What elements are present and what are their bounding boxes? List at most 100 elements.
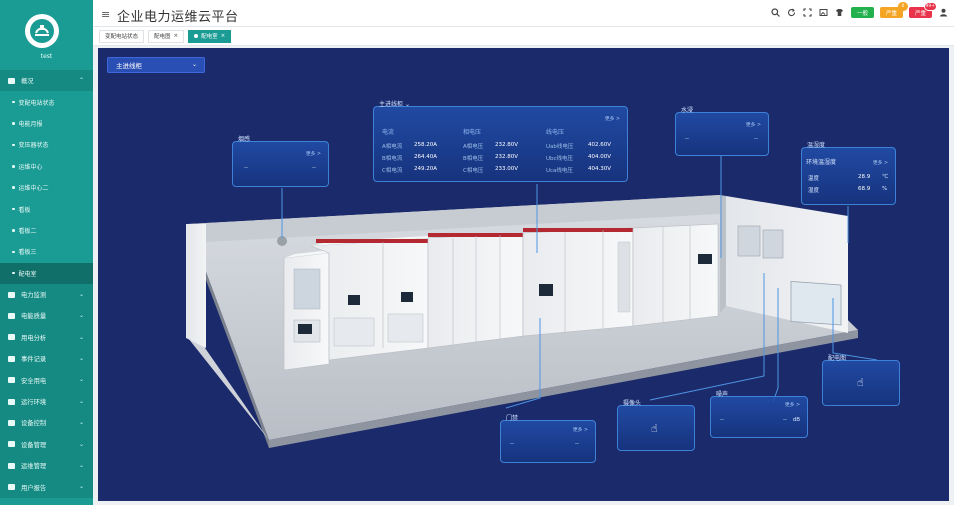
- main-metric-value: 232.80V: [495, 154, 519, 160]
- sidebar-item-label: 变压器状态: [18, 142, 49, 150]
- sidebar-item[interactable]: 电能月报: [0, 113, 93, 134]
- alarm-warning-pill[interactable]: 严重 0: [879, 2, 908, 18]
- menu-item-icon: [7, 312, 15, 319]
- menu-item-icon: [7, 77, 15, 84]
- sidebar-item-label: 用电分析: [21, 334, 47, 342]
- sidebar-item[interactable]: 安全用电 ⌄: [0, 369, 93, 391]
- tab-bar: 变配电站状态 配电图 × 配电室 ×: [93, 27, 954, 46]
- distribution-diagram-panel[interactable]: 配电图 ☝: [822, 355, 900, 406]
- main-metric-value: 258.20A: [414, 142, 438, 148]
- sidebar-item-label: 事件记录: [21, 356, 47, 364]
- alarm-warning-label: 严重: [885, 10, 897, 17]
- menu-item-icon: [7, 398, 15, 405]
- sidebar-item[interactable]: 看板三: [0, 241, 93, 262]
- sidebar-item[interactable]: 电力监测 ⌄: [0, 283, 93, 306]
- main-cabinet-panel[interactable]: 主进线柜 ⌄ 更多 > 电流 A相电流 258.20A B相电流 264.40A C相电流…: [373, 101, 628, 182]
- sidebar-item[interactable]: 看板: [0, 198, 93, 219]
- chevron-down-icon: ⌄: [78, 333, 84, 341]
- sidebar-item-label: 安全用电: [21, 377, 47, 385]
- main-metric-label: C相电压: [463, 168, 484, 174]
- temperature-unit: ℃: [882, 174, 889, 180]
- sidebar-item[interactable]: 用户报告 ⌄: [0, 476, 93, 498]
- main-metric-value: 232.80V: [495, 142, 519, 148]
- tab-distribution-diagram[interactable]: 配电图 ×: [148, 29, 185, 43]
- more-link[interactable]: 更多 >: [873, 159, 888, 166]
- camera-panel[interactable]: 摄像头 ☝: [617, 400, 695, 451]
- sidebar-item-label: 看板三: [18, 249, 37, 257]
- sidebar-item[interactable]: 运行环境 ⌄: [0, 390, 93, 413]
- chevron-down-icon: ⌄: [78, 462, 84, 470]
- sidebar-item[interactable]: 运维中心二: [0, 177, 93, 198]
- main-metric-value: 402.60V: [588, 142, 612, 148]
- chevron-down-icon: ⌄: [78, 419, 84, 427]
- sidebar-item[interactable]: 看板二: [0, 220, 93, 241]
- refresh-icon[interactable]: [787, 8, 797, 18]
- sidebar-item[interactable]: 运维中心: [0, 156, 93, 177]
- toolbar: 一般 严重 0 严重 99+: [771, 2, 948, 18]
- water-panel-title: 水浸: [681, 107, 694, 114]
- more-link[interactable]: 更多 >: [605, 115, 620, 122]
- sidebar: test 概况 ⌃ 变配电站状态 电能月报 变压器状态 运维中心 运维中心二 看板 看板二 看板三…: [0, 0, 93, 505]
- cabinet-selector[interactable]: 主进线柜 ⌄: [107, 57, 205, 73]
- noise-panel[interactable]: 噪声 更多 > -- -- dB: [710, 391, 808, 438]
- sidebar-item-label: 运维中心二: [18, 185, 49, 193]
- sidebar-item[interactable]: 概况 ⌃: [0, 70, 93, 92]
- menu-item-icon: [7, 291, 15, 298]
- main-metric-label: B相电流: [382, 156, 403, 162]
- more-link[interactable]: 更多 >: [785, 401, 800, 408]
- shirt-icon[interactable]: [835, 8, 845, 18]
- search-icon[interactable]: [771, 8, 781, 18]
- sidebar-item-label: 变配电站状态: [18, 99, 55, 107]
- menu-item-icon: [7, 441, 15, 448]
- tab-substation-status[interactable]: 变配电站状态: [99, 29, 145, 43]
- menu-item-icon: [7, 484, 15, 491]
- more-link[interactable]: 更多 >: [746, 121, 761, 128]
- tab-distribution-room[interactable]: 配电室 ×: [188, 29, 232, 43]
- active-dot-icon: [194, 34, 199, 38]
- smoke-panel[interactable]: 烟感 更多 > -- --: [232, 136, 329, 187]
- alarm-normal-pill[interactable]: 一般: [850, 7, 874, 18]
- main-metric-value: 249.20A: [414, 166, 438, 172]
- close-icon[interactable]: ×: [174, 33, 179, 39]
- chevron-down-icon: ⌄: [191, 61, 197, 68]
- temp-humidity-panel[interactable]: 温湿度 环境温湿度 更多 > 温度 28.9 ℃ 湿度 68.9 %: [801, 142, 896, 205]
- sidebar-item-label: 电能质量: [21, 313, 47, 321]
- tab-label: 配电图: [154, 34, 171, 40]
- menu-item-icon: [7, 462, 15, 469]
- sidebar-item[interactable]: 电能质量 ⌄: [0, 305, 93, 327]
- sidebar-item[interactable]: 配电室: [0, 262, 93, 284]
- sidebar-item-label: 运行环境: [21, 399, 47, 407]
- door-access-panel[interactable]: 门禁 更多 > -- --: [500, 415, 596, 463]
- temperature-value: 28.9: [858, 174, 871, 180]
- door-access-panel-title: 门禁: [506, 415, 519, 422]
- fullscreen-icon[interactable]: [803, 8, 813, 18]
- sidebar-item[interactable]: 运维管理 ⌄: [0, 455, 93, 477]
- main-metric-label: Uab线电压: [546, 144, 574, 150]
- chevron-down-icon: ⌄: [78, 397, 84, 405]
- image-icon[interactable]: [819, 8, 829, 18]
- chevron-down-icon: ⌄: [78, 355, 84, 363]
- sidebar-item-label: 用户报告: [21, 484, 47, 492]
- chevron-down-icon: ⌄: [78, 483, 84, 491]
- sidebar-menu: 概况 ⌃ 变配电站状态 电能月报变压器状态运维中心运维中心二看板 看板二看板三配电室 电力…: [0, 70, 93, 498]
- user-icon[interactable]: [938, 8, 948, 18]
- close-icon[interactable]: ×: [221, 33, 226, 39]
- water-panel[interactable]: 水浸 更多 > -- --: [675, 107, 769, 156]
- sidebar-item[interactable]: 用电分析 ⌄: [0, 326, 93, 349]
- sidebar-item[interactable]: 设备管理 ⌄: [0, 433, 93, 456]
- distribution-diagram-panel-title: 配电图: [828, 355, 847, 362]
- menu-toggle-icon[interactable]: ≡: [101, 8, 110, 21]
- pointer-hand-icon: ☝: [651, 422, 658, 435]
- alarm-severe-pill[interactable]: 严重 99+: [908, 2, 937, 18]
- humidity-label: 湿度: [808, 188, 820, 194]
- sidebar-item[interactable]: 变配电站状态: [0, 91, 93, 112]
- chevron-down-icon: ⌄: [78, 290, 84, 298]
- sidebar-item[interactable]: 变压器状态: [0, 134, 93, 155]
- more-link[interactable]: 更多 >: [306, 150, 321, 157]
- humidity-unit: %: [882, 186, 888, 192]
- sidebar-item[interactable]: 设备控制 ⌄: [0, 412, 93, 434]
- sidebar-item[interactable]: 事件记录 ⌄: [0, 348, 93, 370]
- main-metric-label: Ubc线电压: [546, 156, 574, 162]
- more-link[interactable]: 更多 >: [573, 426, 588, 433]
- sidebar-item-label: 电能月报: [18, 120, 43, 128]
